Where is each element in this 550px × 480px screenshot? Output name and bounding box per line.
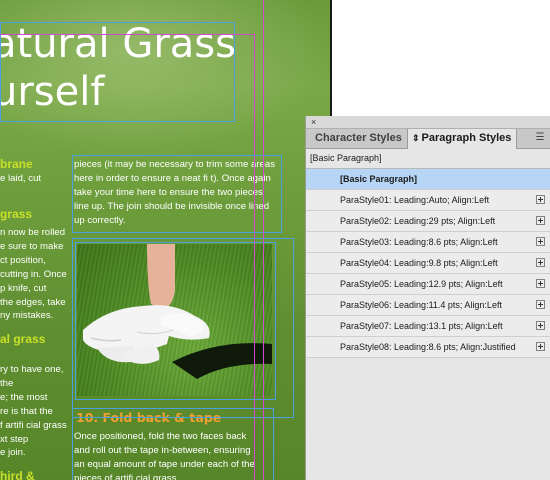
panel-title-bar[interactable]: ×	[306, 116, 550, 129]
style-name: ParaStyle06: Leading:11.4 pts; Align:Lef…	[340, 300, 502, 310]
plus-overlay-icon	[536, 195, 545, 204]
plus-overlay-icon	[536, 300, 545, 309]
plus-overlay-icon	[536, 216, 545, 225]
style-row-parastyle01[interactable]: ParaStyle01: Leading:Auto; Align:Left	[306, 190, 550, 211]
text-frame-top[interactable]	[72, 155, 282, 233]
style-name: ParaStyle04: Leading:9.8 pts; Align:Left	[340, 258, 498, 268]
plus-overlay-icon	[536, 321, 545, 330]
style-row-parastyle04[interactable]: ParaStyle04: Leading:9.8 pts; Align:Left	[306, 253, 550, 274]
document-canvas[interactable]: atural Grass urself brane e laid, cut gr…	[0, 0, 332, 480]
style-row-parastyle06[interactable]: ParaStyle06: Leading:11.4 pts; Align:Lef…	[306, 295, 550, 316]
tab-paragraph-styles-label: Paragraph Styles	[421, 132, 512, 144]
tab-paragraph-styles[interactable]: ⇕ Paragraph Styles	[407, 129, 518, 149]
style-row-parastyle07[interactable]: ParaStyle07: Leading:13.1 pts; Align:Lef…	[306, 316, 550, 337]
style-list[interactable]: [Basic Paragraph] ParaStyle01: Leading:A…	[306, 168, 550, 358]
tab-character-styles[interactable]: Character Styles	[310, 129, 407, 148]
plus-overlay-icon	[536, 258, 545, 267]
style-name: ParaStyle03: Leading:8.6 pts; Align:Left	[340, 237, 498, 247]
style-name: ParaStyle08: Leading:8.6 pts; Align:Just…	[340, 342, 516, 352]
style-row-parastyle03[interactable]: ParaStyle03: Leading:8.6 pts; Align:Left	[306, 232, 550, 253]
image-frame-inner[interactable]	[75, 242, 276, 400]
style-name: ParaStyle02: Leading:29 pts; Align:Left	[340, 216, 496, 226]
style-row-basic-paragraph[interactable]: [Basic Paragraph]	[306, 169, 550, 190]
style-row-parastyle05[interactable]: ParaStyle05: Leading:12.9 pts; Align:Lef…	[306, 274, 550, 295]
style-name: [Basic Paragraph]	[340, 174, 418, 184]
style-row-parastyle02[interactable]: ParaStyle02: Leading:29 pts; Align:Left	[306, 211, 550, 232]
text-frame-bottom[interactable]	[72, 408, 274, 480]
current-style-label: [Basic Paragraph]	[310, 153, 382, 163]
close-icon[interactable]: ×	[311, 116, 316, 128]
style-name: ParaStyle01: Leading:Auto; Align:Left	[340, 195, 490, 205]
plus-overlay-icon	[536, 342, 545, 351]
paragraph-styles-panel[interactable]: × Character Styles ⇕ Paragraph Styles ☰ […	[305, 116, 550, 480]
panel-tabs: Character Styles ⇕ Paragraph Styles ☰	[306, 129, 550, 149]
column-guide	[263, 0, 264, 480]
panel-menu-icon[interactable]: ☰	[533, 131, 547, 145]
style-name: ParaStyle07: Leading:13.1 pts; Align:Lef…	[340, 321, 503, 331]
plus-overlay-icon	[536, 237, 545, 246]
style-row-parastyle08[interactable]: ParaStyle08: Leading:8.6 pts; Align:Just…	[306, 337, 550, 358]
style-name: ParaStyle05: Leading:12.9 pts; Align:Lef…	[340, 279, 503, 289]
plus-overlay-icon	[536, 279, 545, 288]
double-arrow-icon: ⇕	[412, 133, 420, 143]
